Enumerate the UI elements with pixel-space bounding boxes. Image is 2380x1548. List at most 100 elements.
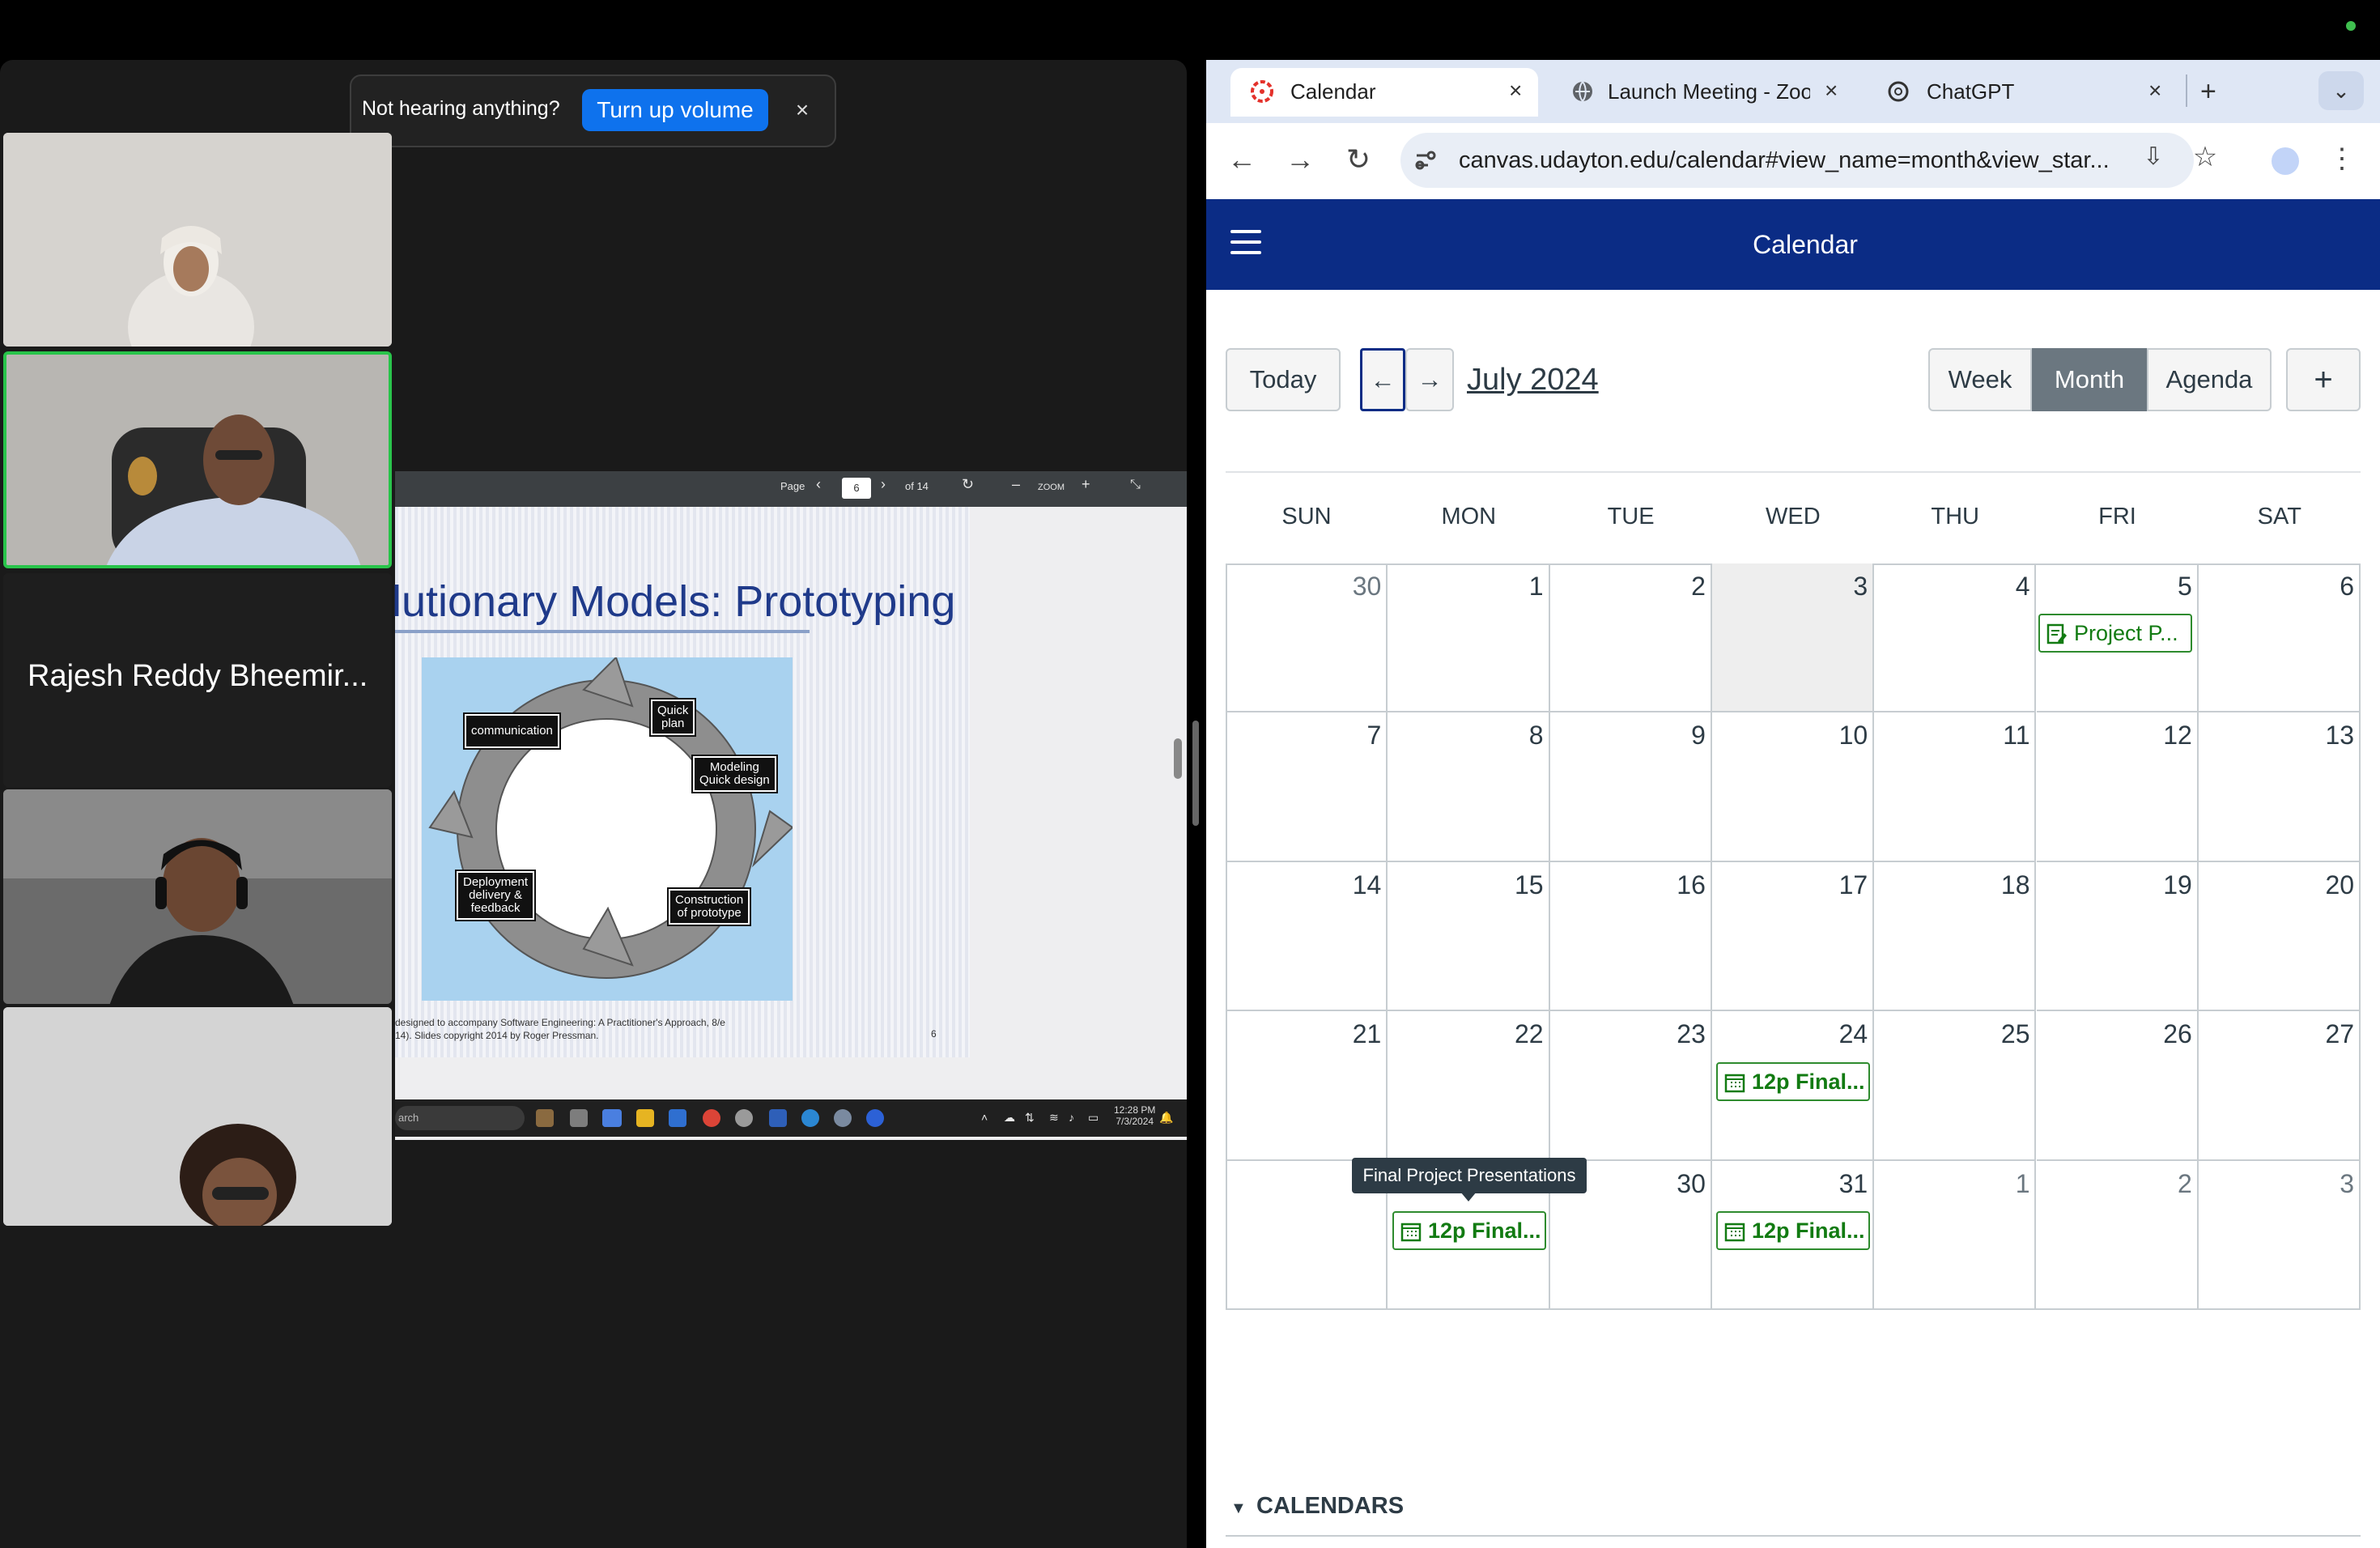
day-cell[interactable]: 22 <box>1388 1011 1550 1161</box>
fit-page-icon[interactable]: ⤡ <box>1130 478 1141 492</box>
taskbar-app-icon[interactable] <box>536 1109 554 1127</box>
day-number[interactable]: 21 <box>1353 1019 1382 1049</box>
tab-chatgpt[interactable]: ChatGPT × <box>1867 68 2182 117</box>
next-month-button[interactable]: → <box>1405 348 1454 411</box>
day-cell[interactable]: 25 <box>1874 1011 2037 1161</box>
turn-up-volume-button[interactable]: Turn up volume <box>582 89 768 131</box>
day-cell[interactable]: 12 <box>2036 712 2199 862</box>
day-number[interactable]: 23 <box>1677 1019 1706 1049</box>
day-cell[interactable]: 19 <box>2036 861 2199 1012</box>
day-number[interactable]: 6 <box>2340 572 2354 602</box>
zoom-taskbar-icon[interactable] <box>801 1109 819 1127</box>
day-number[interactable]: 30 <box>1677 1169 1706 1199</box>
day-number[interactable]: 19 <box>2163 870 2192 900</box>
wifi-icon[interactable]: ≋ <box>1049 1111 1059 1125</box>
prev-page-icon[interactable]: ‹ <box>816 476 821 493</box>
taskview-icon[interactable] <box>570 1109 588 1127</box>
tab-search-button[interactable]: ⌄ <box>2318 71 2364 110</box>
tray-chevron-icon[interactable]: ˄ <box>981 1111 988 1124</box>
day-number[interactable]: 13 <box>2326 721 2355 751</box>
day-number[interactable]: 4 <box>2016 572 2030 602</box>
url-text[interactable]: canvas.udayton.edu/calendar#view_name=mo… <box>1459 147 2110 174</box>
volume-icon[interactable]: ♪ <box>1069 1111 1074 1124</box>
day-cell[interactable]: 17 <box>1711 861 1875 1012</box>
day-number[interactable]: 1 <box>1529 572 1544 602</box>
day-number[interactable]: 26 <box>2163 1019 2192 1049</box>
gear-taskbar-icon[interactable] <box>834 1109 852 1127</box>
day-number[interactable]: 8 <box>1529 721 1544 751</box>
defender-icon[interactable] <box>669 1109 686 1127</box>
day-cell[interactable]: 30 <box>1226 563 1388 713</box>
day-cell[interactable]: 15 <box>1388 861 1550 1012</box>
day-cell[interactable]: 2 <box>2036 1160 2199 1310</box>
day-cell[interactable]: 3 <box>2198 1160 2361 1310</box>
chrome-taskbar-icon[interactable] <box>703 1109 720 1127</box>
hamburger-menu-icon[interactable] <box>1230 230 1261 254</box>
day-number[interactable]: 2 <box>2178 1169 2192 1199</box>
day-number[interactable]: 5 <box>2178 572 2192 602</box>
day-number[interactable]: 7 <box>1367 721 1382 751</box>
app-taskbar-icon[interactable] <box>866 1109 884 1127</box>
month-title-link[interactable]: July 2024 <box>1467 363 1599 398</box>
forward-arrow-icon[interactable]: → <box>1284 142 1316 176</box>
day-cell[interactable]: 2 <box>1549 563 1712 713</box>
tab-launch-meeting[interactable]: Launch Meeting - Zoo × <box>1551 68 1851 117</box>
day-cell[interactable]: 23 <box>1549 1011 1712 1161</box>
day-cell[interactable]: 13 <box>2198 712 2361 862</box>
day-cell[interactable]: 1 <box>1874 1160 2037 1310</box>
day-cell[interactable]: 14 <box>1226 861 1388 1012</box>
split-view-handle[interactable] <box>1192 721 1199 826</box>
day-cell[interactable]: 1 <box>1388 563 1550 713</box>
day-cell[interactable]: 8 <box>1388 712 1550 862</box>
day-number[interactable]: 22 <box>1515 1019 1544 1049</box>
day-cell[interactable]: 27 <box>2198 1011 2361 1161</box>
day-cell[interactable]: 3 <box>1711 563 1875 713</box>
teams-taskbar-icon[interactable] <box>769 1109 787 1127</box>
day-cell[interactable]: 20 <box>2198 861 2361 1012</box>
taskbar-search[interactable]: arch <box>395 1106 525 1130</box>
day-number[interactable]: 31 <box>1839 1169 1868 1199</box>
calendars-section-heading[interactable]: CALENDARS <box>1256 1493 1404 1520</box>
day-number[interactable]: 27 <box>2326 1019 2355 1049</box>
settings-taskbar-icon[interactable] <box>735 1109 753 1127</box>
day-cell[interactable]: 11 <box>1874 712 2037 862</box>
day-number[interactable]: 16 <box>1677 870 1706 900</box>
rotate-icon[interactable]: ↻ <box>962 476 974 493</box>
next-page-icon[interactable]: › <box>881 476 886 493</box>
day-number[interactable]: 18 <box>2001 870 2030 900</box>
profile-avatar-icon[interactable] <box>2272 147 2299 175</box>
day-number[interactable]: 12 <box>2163 721 2192 751</box>
day-number[interactable]: 14 <box>1353 870 1382 900</box>
page-number-input[interactable]: 6 <box>842 478 871 499</box>
day-cell[interactable]: 7 <box>1226 712 1388 862</box>
week-view-button[interactable]: Week <box>1928 348 2032 411</box>
participant-video-1[interactable] <box>3 133 392 347</box>
day-cell[interactable]: 10 <box>1711 712 1875 862</box>
reload-icon[interactable]: ↻ <box>1342 142 1375 176</box>
day-number[interactable]: 24 <box>1839 1019 1868 1049</box>
participant-video-active-speaker[interactable] <box>3 351 392 568</box>
agenda-view-button[interactable]: Agenda <box>2147 348 2272 411</box>
network-icon[interactable]: ⇅ <box>1025 1111 1035 1125</box>
event-project-p[interactable]: Project P... <box>2038 614 2192 653</box>
day-number[interactable]: 9 <box>1691 721 1706 751</box>
site-info-icon[interactable] <box>1412 147 1438 173</box>
new-tab-button[interactable]: + <box>2200 76 2216 108</box>
day-number[interactable]: 3 <box>2340 1169 2354 1199</box>
day-number[interactable]: 20 <box>2326 870 2355 900</box>
close-tab-icon[interactable]: × <box>1509 78 1522 104</box>
toast-close-icon[interactable]: × <box>790 96 814 125</box>
tab-calendar[interactable]: Calendar × <box>1230 68 1538 117</box>
file-explorer-icon[interactable] <box>636 1109 654 1127</box>
day-number[interactable]: 3 <box>1853 572 1868 602</box>
day-number[interactable]: 10 <box>1839 721 1868 751</box>
collapse-caret-icon[interactable]: ▼ <box>1230 1499 1247 1518</box>
day-cell[interactable]: 26 <box>2036 1011 2199 1161</box>
zoom-out-icon[interactable]: – <box>1012 476 1020 493</box>
day-cell[interactable]: 9 <box>1549 712 1712 862</box>
event-final-presentation-jul31[interactable]: 12p Final... <box>1716 1211 1870 1250</box>
bookmark-star-icon[interactable]: ☆ <box>2189 141 2221 173</box>
teams-icon-3[interactable] <box>602 1109 620 1127</box>
install-app-icon[interactable]: ⇩ <box>2137 142 2170 171</box>
day-number[interactable]: 25 <box>2001 1019 2030 1049</box>
